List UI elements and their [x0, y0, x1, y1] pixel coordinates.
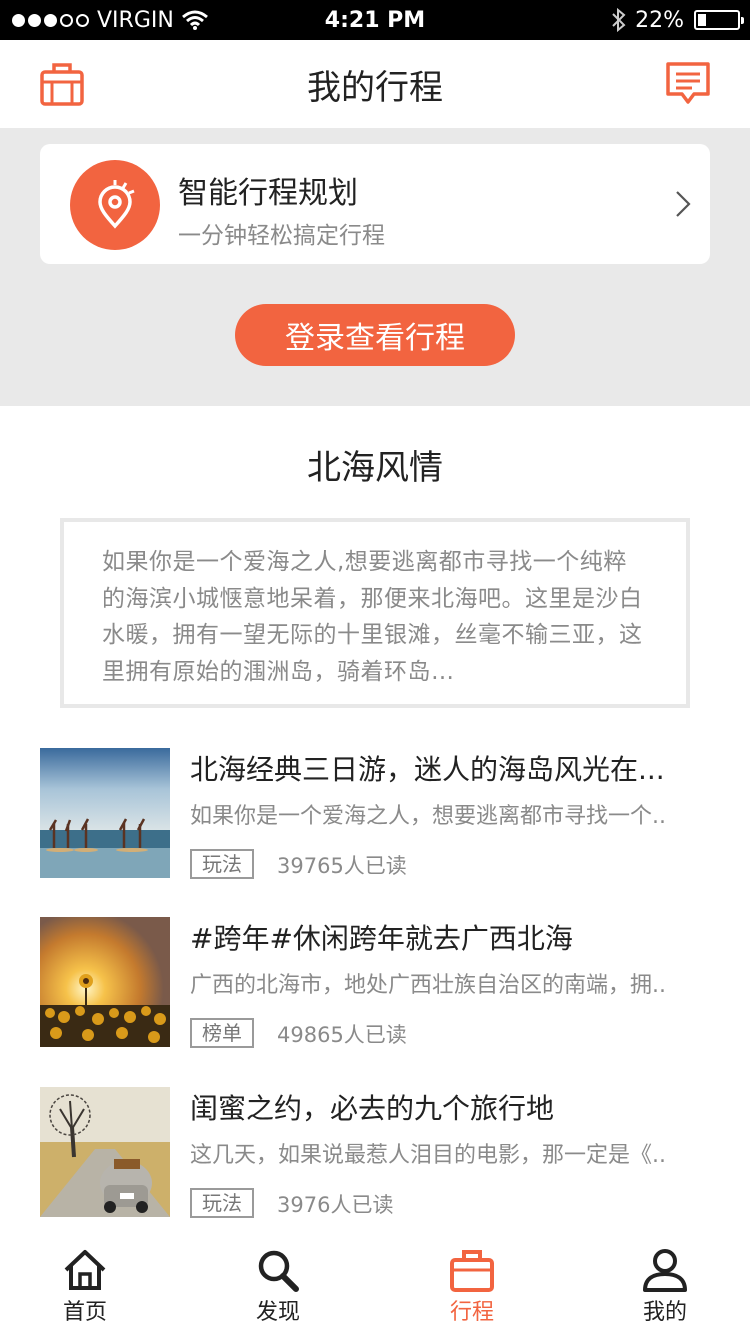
- battery-level: [698, 14, 707, 26]
- article-thumbnail: [40, 1087, 170, 1217]
- chevron-right-icon: [676, 191, 691, 217]
- article-thumbnail: [40, 917, 170, 1047]
- message-icon[interactable]: [664, 60, 712, 108]
- status-left: VIRGIN: [12, 8, 208, 33]
- article-tag: 玩法: [190, 849, 254, 879]
- article-reads: 49865人已读: [277, 1023, 407, 1047]
- plan-title: 智能行程规划: [178, 176, 358, 211]
- search-icon: [258, 1250, 299, 1292]
- article-tag: 榜单: [190, 1018, 254, 1048]
- intro-text: 如果你是一个爱海之人,想要逃离都市寻找一个纯粹的海滨小城惬意地呆着，那便来北海吧…: [102, 549, 643, 685]
- trip-page: VIRGIN 4:21 PM 22% 我的行程 智能行程规划 一分钟轻松搞定行程…: [0, 0, 750, 1334]
- signal-dots-icon: [12, 13, 89, 27]
- article-item[interactable]: 闺蜜之约，必去的九个旅行地 这几天，如果说最惹人泪目的电影，那一定是《.. 玩法…: [40, 1087, 720, 1219]
- battery-icon: [694, 10, 744, 30]
- status-bar: VIRGIN 4:21 PM 22%: [0, 0, 750, 40]
- suitcase-icon: [450, 1250, 494, 1292]
- article-item[interactable]: #跨年#休闲跨年就去广西北海 广西的北海市，地处广西壮族自治区的南端，拥.. 榜…: [40, 917, 720, 1049]
- page-title: 我的行程: [307, 67, 443, 108]
- tab-me[interactable]: 我的: [605, 1240, 725, 1334]
- wifi-icon: [181, 10, 208, 30]
- article-reads: 39765人已读: [277, 854, 407, 878]
- login-view-trips-button[interactable]: 登录查看行程: [235, 304, 515, 366]
- article-tag: 玩法: [190, 1188, 254, 1218]
- carrier-label: VIRGIN: [97, 7, 174, 33]
- intro-box[interactable]: 如果你是一个爱海之人,想要逃离都市寻找一个纯粹的海滨小城惬意地呆着，那便来北海吧…: [60, 518, 690, 708]
- battery-percent: 22%: [635, 7, 684, 33]
- top-nav: 我的行程: [0, 40, 750, 128]
- tab-label: 行程: [449, 1300, 494, 1325]
- article-desc: 这几天，如果说最惹人泪目的电影，那一定是《..: [190, 1143, 666, 1168]
- section-title: 北海风情: [307, 448, 443, 488]
- article-title: 闺蜜之约，必去的九个旅行地: [190, 1092, 555, 1125]
- tab-trips[interactable]: 行程: [412, 1240, 532, 1334]
- article-reads: 3976人已读: [277, 1193, 394, 1217]
- plan-subtitle: 一分钟轻松搞定行程: [178, 223, 385, 249]
- tab-label: 发现: [255, 1300, 300, 1325]
- tab-home[interactable]: 首页: [25, 1240, 145, 1334]
- user-icon: [643, 1249, 687, 1292]
- location-pin-icon: [70, 160, 160, 250]
- tab-label: 首页: [62, 1300, 107, 1325]
- article-item[interactable]: 北海经典三日游，迷人的海岛风光在... 如果你是一个爱海之人，想要逃离都市寻找一…: [40, 748, 720, 880]
- suitcase-icon[interactable]: [38, 60, 86, 108]
- tab-discover[interactable]: 发现: [218, 1240, 338, 1334]
- article-title: 北海经典三日游，迷人的海岛风光在...: [190, 753, 665, 786]
- article-thumbnail: [40, 748, 170, 878]
- article-desc: 广西的北海市，地处广西壮族自治区的南端，拥..: [190, 973, 666, 998]
- home-icon: [64, 1250, 106, 1290]
- article-desc: 如果你是一个爱海之人，想要逃离都市寻找一个..: [190, 804, 666, 829]
- tab-label: 我的: [642, 1300, 687, 1325]
- article-title: #跨年#休闲跨年就去广西北海: [190, 922, 573, 955]
- bottom-tab-bar: 首页 发现 行程 我的: [0, 1240, 750, 1334]
- bluetooth-icon: [612, 8, 626, 32]
- trip-planner-area: 智能行程规划 一分钟轻松搞定行程 登录查看行程: [0, 128, 750, 406]
- status-right: 22%: [611, 7, 744, 33]
- smart-plan-card[interactable]: 智能行程规划 一分钟轻松搞定行程: [40, 144, 710, 264]
